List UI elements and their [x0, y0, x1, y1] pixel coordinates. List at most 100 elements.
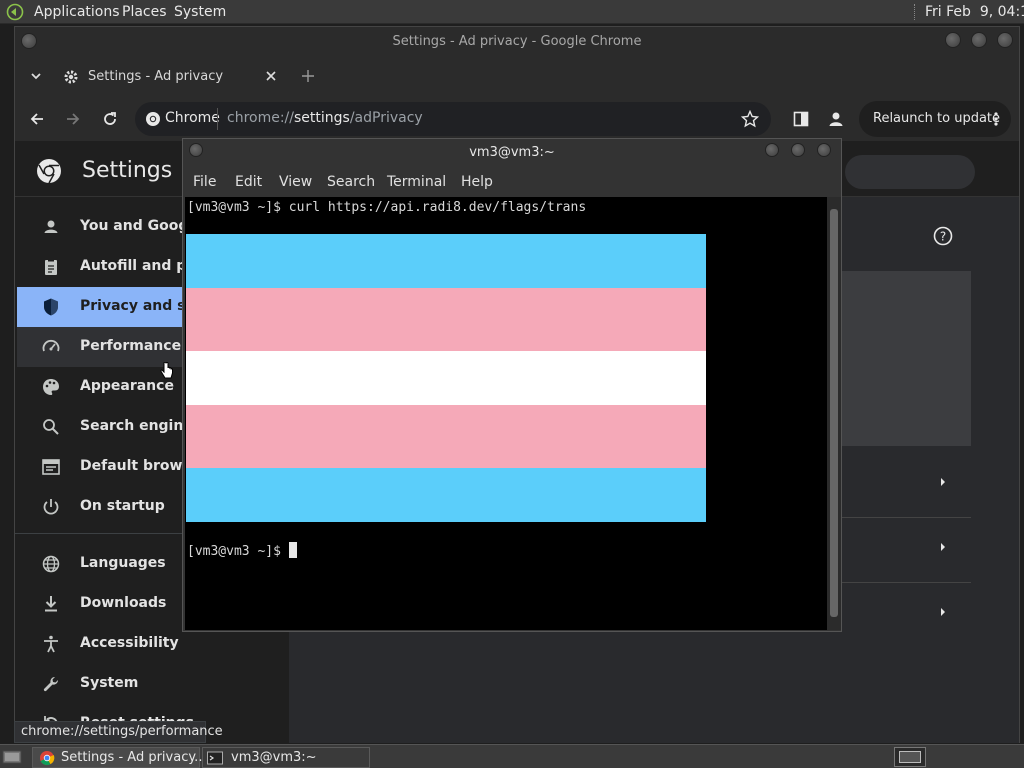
url-scheme: chrome://	[227, 110, 294, 126]
terminal-output[interactable]: [vm3@vm3 ~]$ curl https://api.radi8.dev/…	[185, 197, 827, 630]
globe-icon	[41, 554, 61, 574]
terminal-scrollbar[interactable]	[827, 197, 841, 630]
accessibility-icon	[41, 634, 61, 654]
clipboard-icon	[41, 257, 61, 277]
flag-stripe-pink	[186, 288, 706, 351]
url-host: settings	[294, 110, 350, 126]
profile-avatar-icon[interactable]	[827, 110, 845, 128]
show-desktop-icon[interactable]	[2, 748, 22, 766]
terminal-menu-terminal[interactable]: Terminal	[387, 174, 446, 190]
tab-search-chevron-icon[interactable]	[29, 69, 43, 83]
chrome-settings-logo-icon	[35, 157, 63, 185]
menu-system[interactable]: System	[174, 4, 226, 20]
nav-label: Appearance	[80, 378, 174, 394]
new-tab-icon[interactable]	[301, 69, 315, 83]
terminal-close-button[interactable]	[817, 143, 831, 157]
terminal-icon	[207, 750, 223, 766]
terminal-menu-file[interactable]: File	[193, 174, 216, 190]
workspace-1[interactable]	[899, 751, 921, 763]
window-title: Settings - Ad privacy - Google Chrome	[392, 34, 642, 49]
flag-stripe-blue	[186, 468, 706, 522]
tab-settings[interactable]: Settings - Ad privacy	[53, 61, 291, 95]
clock[interactable]: Fri Feb 9, 04:10	[925, 4, 1024, 20]
wrench-icon	[41, 674, 61, 694]
nav-label: Languages	[80, 555, 166, 571]
terminal-cursor	[288, 542, 297, 558]
row-chevron-icon[interactable]	[939, 477, 947, 487]
workspace-switcher[interactable]	[894, 747, 926, 767]
side-panel-icon[interactable]	[793, 111, 809, 127]
shield-icon	[41, 297, 61, 317]
terminal-command-line: [vm3@vm3 ~]$ curl https://api.radi8.dev/…	[187, 200, 587, 215]
forward-arrow-icon[interactable]	[65, 111, 81, 127]
speedometer-icon	[41, 337, 61, 357]
terminal-window[interactable]: vm3@vm3:~ File Edit View Search Terminal…	[182, 138, 842, 632]
nav-label: Downloads	[80, 595, 167, 611]
close-window-button[interactable]	[997, 32, 1013, 48]
power-icon	[41, 497, 61, 517]
top-panel: Applications Places System Fri Feb 9, 04…	[0, 0, 1024, 24]
omnibox-divider	[217, 108, 218, 130]
hand-cursor-icon	[160, 362, 174, 380]
taskbar-item-chrome[interactable]: Settings - Ad privacy...	[32, 747, 207, 768]
reload-icon[interactable]	[101, 110, 119, 128]
close-tab-icon[interactable]	[265, 70, 277, 82]
chrome-logo-icon	[145, 111, 161, 127]
search-icon	[41, 417, 61, 437]
taskbar-item-label: Settings - Ad privacy...	[61, 750, 207, 765]
browser-toolbar: Chrome chrome://settings/adPrivacy Relau…	[15, 99, 1019, 139]
menu-applications[interactable]: Applications	[34, 4, 120, 20]
svg-text:?: ?	[940, 230, 946, 244]
settings-title: Settings	[82, 158, 173, 183]
menu-places[interactable]: Places	[122, 4, 167, 20]
palette-icon	[41, 377, 61, 397]
maximize-button[interactable]	[971, 32, 987, 48]
browser-icon	[41, 457, 61, 477]
minimize-button[interactable]	[945, 32, 961, 48]
nav-label: System	[80, 675, 139, 691]
omnibox-chip: Chrome	[165, 110, 220, 126]
terminal-menu-help[interactable]: Help	[461, 174, 493, 190]
terminal-menubar: File Edit View Search Terminal Help	[183, 169, 841, 197]
nav-label: Performance	[80, 338, 182, 354]
terminal-window-title: vm3@vm3:~	[469, 145, 555, 160]
nav-label: On startup	[80, 498, 165, 514]
more-vert-icon[interactable]	[993, 111, 999, 127]
relaunch-to-update-button[interactable]: Relaunch to update	[859, 101, 1011, 137]
terminal-prompt-line: [vm3@vm3 ~]$	[187, 542, 297, 559]
tab-title: Settings - Ad privacy	[88, 69, 224, 84]
panel-separator	[914, 4, 916, 20]
terminal-scrollbar-thumb[interactable]	[830, 209, 838, 617]
distro-logo-icon[interactable]	[6, 3, 24, 21]
terminal-menu-search[interactable]: Search	[327, 174, 375, 190]
bottom-taskbar: Settings - Ad privacy... vm3@vm3:~	[0, 744, 1024, 768]
help-icon[interactable]: ?	[933, 226, 953, 246]
omnibox[interactable]: Chrome chrome://settings/adPrivacy	[135, 102, 771, 136]
relaunch-label: Relaunch to update	[873, 111, 1001, 126]
row-chevron-icon[interactable]	[939, 542, 947, 552]
settings-search-input[interactable]	[845, 155, 975, 189]
back-arrow-icon[interactable]	[29, 111, 45, 127]
terminal-prompt: [vm3@vm3 ~]$	[187, 544, 289, 559]
flag-stripe-white	[186, 351, 706, 405]
terminal-menu-view[interactable]: View	[279, 174, 312, 190]
tab-strip: Settings - Ad privacy	[15, 59, 1019, 95]
taskbar-item-terminal[interactable]: vm3@vm3:~	[202, 747, 370, 768]
row-chevron-icon[interactable]	[939, 607, 947, 617]
flag-stripe-blue	[186, 234, 706, 288]
chrome-logo-icon	[39, 750, 55, 766]
terminal-maximize-button[interactable]	[791, 143, 805, 157]
url-text[interactable]: chrome://settings/adPrivacy	[227, 110, 423, 126]
bookmark-star-icon[interactable]	[741, 110, 759, 128]
terminal-menu-edit[interactable]: Edit	[235, 174, 262, 190]
url-path: /adPrivacy	[349, 110, 423, 126]
status-url-text: chrome://settings/performance	[21, 724, 223, 739]
nav-label: Search engine	[80, 418, 193, 434]
nav-system[interactable]: System	[17, 664, 263, 704]
settings-gear-icon	[63, 69, 79, 85]
flag-stripe-pink	[186, 405, 706, 468]
download-icon	[41, 594, 61, 614]
nav-label: Accessibility	[80, 635, 179, 651]
status-url-bubble: chrome://settings/performance	[14, 721, 223, 743]
terminal-minimize-button[interactable]	[765, 143, 779, 157]
